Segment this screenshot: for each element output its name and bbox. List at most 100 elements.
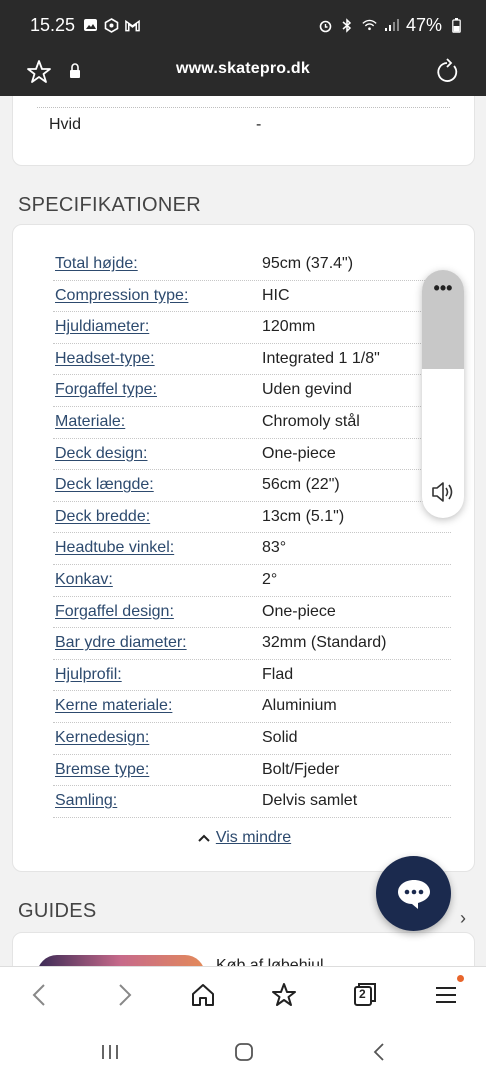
spec-row: Bremse type: Bolt/Fjeder	[53, 755, 451, 787]
chat-icon	[397, 879, 430, 909]
specifications-table: Total højde: 95cm (37.4") Compression type…	[53, 249, 451, 818]
system-back-icon[interactable]	[368, 1040, 392, 1064]
spec-value: 13cm (5.1")	[262, 507, 345, 525]
spec-row: Konkav: 2°	[53, 565, 451, 597]
page-content: g Hvid - SPECIFIKATIONER Total højde: 95c…	[0, 96, 486, 966]
spec-key-link[interactable]: Compression type:	[55, 287, 188, 305]
chevron-right-icon[interactable]: ›	[460, 908, 466, 929]
spec-value: 56cm (22")	[262, 476, 340, 494]
spec-key-link[interactable]: Kerne materiale:	[55, 697, 172, 715]
color-card: g Hvid -	[12, 96, 475, 166]
status-time: 15.25	[30, 14, 76, 35]
spec-row: Forgaffel design: One-piece	[53, 597, 451, 629]
spec-key-link[interactable]: Headtube vinkel:	[55, 539, 174, 557]
spec-value: Flad	[262, 665, 294, 683]
spec-key-link[interactable]: Hjulprofil:	[55, 666, 122, 684]
tab-count: 2	[359, 987, 366, 1001]
spec-key-link[interactable]: Bremse type:	[55, 761, 149, 779]
spec-value: Aluminium	[262, 697, 337, 715]
spec-key-link[interactable]: Deck bredde:	[55, 508, 150, 526]
color-value: -	[256, 116, 262, 133]
tabs-icon[interactable]: 2	[351, 981, 379, 1009]
spec-key-link[interactable]: Konkav:	[55, 571, 113, 589]
alarm-icon	[318, 18, 333, 33]
notification-icons	[83, 17, 140, 33]
url-text[interactable]: www.skatepro.dk	[0, 60, 486, 78]
spec-key-link[interactable]: Samling:	[55, 792, 117, 810]
gallery-icon	[83, 18, 98, 33]
spec-row: Deck design: One-piece	[53, 439, 451, 471]
spec-row: Total højde: 95cm (37.4")	[53, 249, 451, 281]
guide-thumbnail	[37, 955, 205, 966]
spec-key-link[interactable]: Kernedesign:	[55, 729, 149, 747]
browser-toolbar: 2	[0, 966, 486, 1024]
guide-title: Køb af løbehjul	[216, 957, 324, 966]
show-less-button[interactable]: Vis mindre	[13, 829, 476, 847]
spec-key-link[interactable]: Deck længde:	[55, 476, 154, 494]
more-options-icon[interactable]: •••	[422, 278, 464, 299]
spec-value: 83°	[262, 539, 287, 557]
color-label: Hvid	[49, 116, 82, 133]
spec-row: Bar ydre diameter: 32mm (Standard)	[53, 628, 451, 660]
reload-icon[interactable]	[434, 58, 460, 86]
spec-value: Chromoly stål	[262, 412, 360, 430]
spec-row: Deck længde: 56cm (22")	[53, 470, 451, 502]
spec-value: Uden gevind	[262, 381, 352, 399]
spec-key-link[interactable]: Headset-type:	[55, 350, 155, 368]
notification-dot	[457, 975, 464, 982]
guides-heading: GUIDES	[18, 900, 97, 922]
battery-icon	[449, 17, 464, 33]
row-divider	[37, 107, 450, 108]
system-navigation-bar	[0, 1024, 486, 1080]
forward-arrow-icon[interactable]	[110, 981, 138, 1009]
home-icon[interactable]	[189, 981, 217, 1009]
spec-value: 95cm (37.4")	[262, 255, 354, 272]
spec-row: Kernedesign: Solid	[53, 723, 451, 755]
app-notification-icon	[104, 17, 119, 33]
home-button-icon[interactable]	[232, 1040, 256, 1064]
specifications-card: Total højde: 95cm (37.4") Compression type…	[12, 224, 475, 872]
spec-row: Deck bredde: 13cm (5.1")	[53, 502, 451, 534]
spec-value: One-piece	[262, 602, 336, 620]
spec-key-link[interactable]: Bar ydre diameter:	[55, 634, 187, 652]
spec-row: Compression type: HIC	[53, 281, 451, 313]
spec-value: 32mm (Standard)	[262, 634, 387, 652]
back-arrow-icon[interactable]	[26, 981, 54, 1009]
show-less-label: Vis mindre	[215, 829, 292, 846]
spec-row: Headset-type: Integrated 1 1/8"	[53, 344, 451, 376]
spec-key-link[interactable]: Deck design:	[55, 445, 148, 463]
status-bar: 15.25 47%	[0, 0, 486, 50]
gmail-icon	[125, 18, 140, 33]
spec-value: Solid	[262, 728, 298, 746]
specifications-heading: SPECIFIKATIONER	[18, 194, 202, 216]
bluetooth-icon	[340, 17, 355, 33]
spec-key-link[interactable]: Materiale:	[55, 413, 125, 431]
spec-row: Forgaffel type: Uden gevind	[53, 375, 451, 407]
spec-value: 120mm	[262, 318, 316, 336]
chat-button[interactable]	[376, 856, 451, 931]
spec-row: Headtube vinkel: 83°	[53, 533, 451, 565]
bookmark-star-icon[interactable]	[270, 981, 298, 1009]
spec-value: 2°	[262, 570, 278, 588]
signal-icon	[384, 18, 399, 33]
chevron-up-icon	[198, 834, 210, 842]
browser-url-bar: www.skatepro.dk	[0, 50, 486, 96]
spec-value: Integrated 1 1/8"	[262, 349, 380, 367]
spec-value: Delvis samlet	[262, 792, 358, 810]
spec-value: HIC	[262, 286, 290, 304]
guide-card[interactable]: Køb af løbehjul	[12, 932, 475, 966]
spec-row: Hjulprofil: Flad	[53, 660, 451, 692]
spec-row: Hjuldiameter: 120mm	[53, 312, 451, 344]
spec-row: Kerne materiale: Aluminium	[53, 691, 451, 723]
status-right: 47%	[318, 15, 464, 36]
recent-apps-icon[interactable]	[98, 1040, 122, 1064]
battery-percent: 47%	[405, 14, 442, 35]
spec-row: Samling: Delvis samlet	[53, 786, 451, 818]
volume-slider[interactable]: •••	[422, 270, 464, 518]
spec-key-link[interactable]: Forgaffel type:	[55, 381, 157, 399]
spec-key-link[interactable]: Hjuldiameter:	[55, 318, 149, 336]
speaker-icon[interactable]	[430, 480, 456, 504]
spec-key-link[interactable]: Forgaffel design:	[55, 603, 174, 621]
hamburger-menu-icon[interactable]	[432, 975, 464, 1009]
spec-key-link[interactable]: Total højde:	[55, 255, 138, 273]
